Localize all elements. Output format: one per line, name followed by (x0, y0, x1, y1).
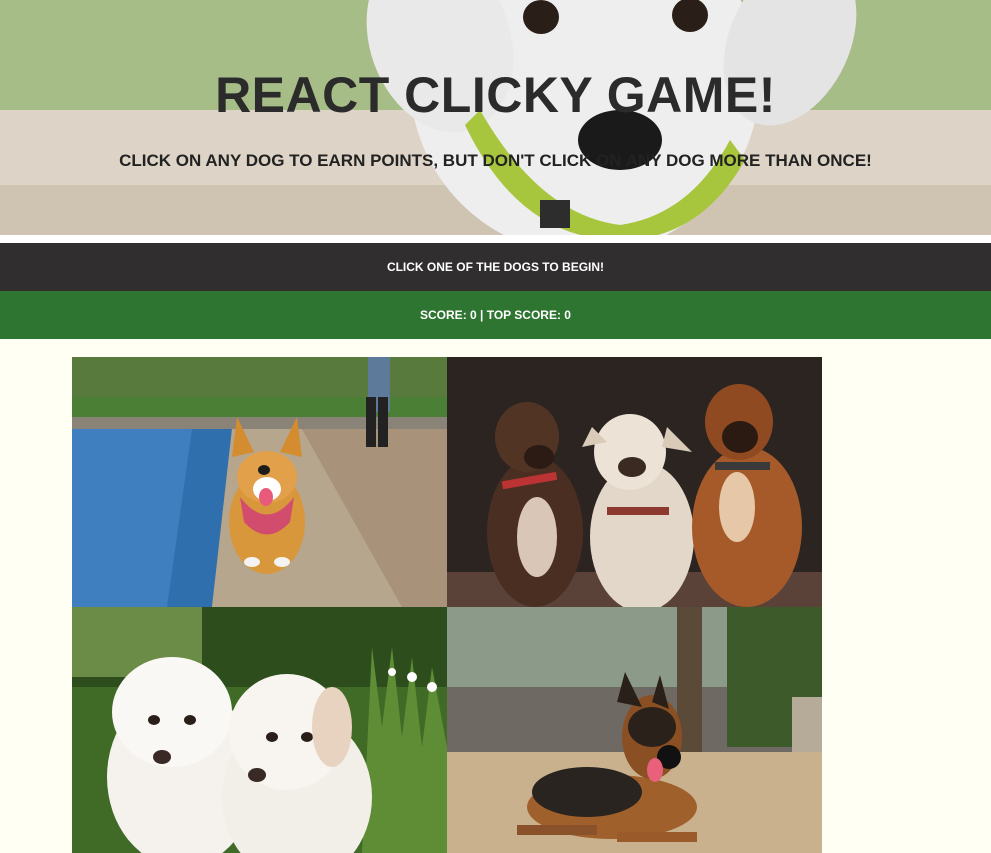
corgi-image (72, 357, 447, 607)
two-white-puppies-image (72, 607, 447, 853)
status-bar: CLICK ONE OF THE DOGS TO BEGIN! (0, 243, 991, 291)
german-shepherd-image (447, 607, 822, 853)
dog-grid (72, 357, 822, 853)
dog-card-three-boxers[interactable] (447, 357, 822, 607)
hero-banner: REACT CLICKY GAME! CLICK ON ANY DOG TO E… (0, 0, 991, 235)
divider (0, 235, 991, 243)
score-bar: SCORE: 0 | TOP SCORE: 0 (0, 291, 991, 339)
page-title: REACT CLICKY GAME! (215, 67, 776, 123)
score-text: SCORE: 0 | TOP SCORE: 0 (420, 308, 571, 322)
instructions-text: CLICK ON ANY DOG TO EARN POINTS, BUT DON… (119, 151, 872, 170)
dog-card-german-shepherd[interactable] (447, 607, 822, 853)
status-message: CLICK ONE OF THE DOGS TO BEGIN! (386, 260, 605, 274)
dog-card-two-white-puppies[interactable] (72, 607, 447, 853)
dog-card-corgi[interactable] (72, 357, 447, 607)
three-boxers-image (447, 357, 822, 607)
